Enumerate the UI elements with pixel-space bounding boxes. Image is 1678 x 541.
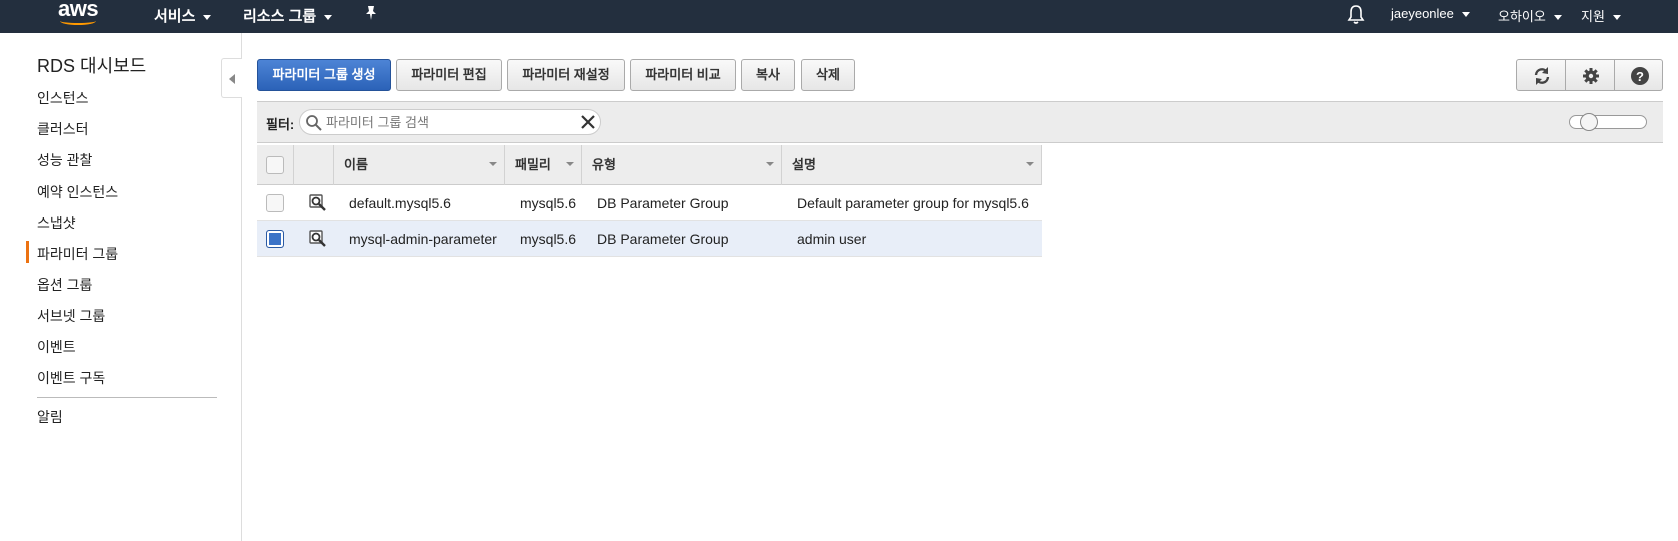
sidebar-item-snapshots[interactable]: 스냅샷 [37,213,76,233]
region-menu-label: 오하이오 [1498,9,1546,24]
sidebar-title[interactable]: RDS 대시보드 [37,52,146,78]
chevron-down-icon [1461,12,1470,18]
cell-description: Default parameter group for mysql5.6 [797,195,1029,211]
cell-name[interactable]: mysql-admin-parameter [339,221,497,257]
sidebar-item-clusters[interactable]: 클러스터 [37,119,89,139]
help-button[interactable]: ? [1614,59,1663,91]
row-checkbox[interactable] [266,230,284,248]
close-icon[interactable] [580,114,596,130]
resource-groups-menu[interactable]: 리소스 그룹 [243,5,333,26]
delete-button[interactable]: 삭제 [801,59,855,91]
sidebar-item-parameter-groups[interactable]: 파라미터 그룹 [37,244,118,264]
column-header-description[interactable]: 설명 [782,145,1042,185]
column-header-type-label: 유형 [592,157,616,172]
search-icon [306,115,322,131]
sidebar-item-notifications[interactable]: 알림 [37,407,63,427]
column-width-slider[interactable] [1569,113,1647,131]
active-indicator [26,241,29,263]
resource-groups-menu-label: 리소스 그룹 [243,8,317,25]
sidebar-divider [37,397,217,398]
pin-icon[interactable] [364,5,378,25]
search-box[interactable] [299,109,601,135]
aws-logo-smile [60,17,96,25]
compare-parameters-button[interactable]: 파라미터 비교 [630,59,736,91]
bell-icon[interactable] [1346,4,1366,26]
svg-text:?: ? [1636,69,1644,84]
sort-icon [566,162,574,166]
filter-bar: 필터: [257,101,1663,143]
help-icon: ? [1631,67,1649,85]
filter-label: 필터: [266,117,295,132]
support-menu-label: 지원 [1581,9,1605,24]
sidebar-collapse-button[interactable] [221,58,242,98]
chevron-down-icon [203,14,212,20]
services-menu[interactable]: 서비스 [154,5,212,26]
chevron-down-icon [1612,15,1621,21]
column-header-name-label: 이름 [344,157,368,172]
settings-button[interactable] [1565,59,1615,91]
copy-button[interactable]: 복사 [741,59,795,91]
sidebar-item-option-groups[interactable]: 옵션 그룹 [37,275,92,295]
chevron-down-icon [1553,15,1562,21]
edit-parameters-button[interactable]: 파라미터 편집 [396,59,502,91]
chevron-left-icon [229,74,235,84]
support-menu[interactable]: 지원 [1581,6,1621,25]
chevron-down-icon [324,14,333,20]
user-menu[interactable]: jaeyeonlee [1391,6,1470,21]
slider-handle[interactable] [1580,113,1598,131]
refresh-icon [1534,67,1550,85]
top-navigation-bar: aws 서비스 리소스 그룹 jaeyeonlee 오하이오 지원 [0,0,1678,33]
region-menu[interactable]: 오하이오 [1498,6,1562,25]
zoom-details-icon[interactable] [309,194,327,212]
search-input[interactable] [326,113,566,131]
header-icon-cell [294,145,334,185]
user-menu-label: jaeyeonlee [1391,6,1454,21]
create-parameter-group-button[interactable]: 파라미터 그룹 생성 [257,59,391,91]
column-header-name[interactable]: 이름 [334,145,505,185]
table-row[interactable]: mysql-admin-parameter mysql5.6 DB Parame… [257,221,1042,257]
sidebar: RDS 대시보드 인스턴스 클러스터 성능 관찰 예약 인스턴스 스냅샷 파라미… [0,33,242,541]
select-all-checkbox[interactable] [266,156,284,174]
column-header-description-label: 설명 [792,157,816,172]
zoom-details-icon[interactable] [309,230,327,248]
sort-icon [766,162,774,166]
table-header: 이름 패밀리 유형 설명 [257,145,1042,185]
sort-icon [489,162,497,166]
gear-icon [1583,68,1599,84]
cell-description: admin user [797,231,867,247]
cell-family: mysql5.6 [520,231,577,247]
sidebar-item-instances[interactable]: 인스턴스 [37,88,89,108]
cell-type: DB Parameter Group [597,231,729,247]
cell-type: DB Parameter Group [597,195,729,211]
column-header-type[interactable]: 유형 [582,145,782,185]
sidebar-item-performance-insights[interactable]: 성능 관찰 [37,150,92,170]
sidebar-item-events[interactable]: 이벤트 [37,337,76,357]
cell-name[interactable]: default.mysql5.6 [339,185,451,221]
sort-icon [1026,162,1034,166]
column-header-family-label: 패밀리 [515,157,551,172]
refresh-button[interactable] [1516,59,1566,91]
table-row[interactable]: default.mysql5.6 mysql5.6 DB Parameter G… [257,185,1042,221]
sidebar-item-subnet-groups[interactable]: 서브넷 그룹 [37,306,105,326]
column-header-family[interactable]: 패밀리 [505,145,582,185]
services-menu-label: 서비스 [154,8,196,25]
sidebar-item-reserved-instances[interactable]: 예약 인스턴스 [37,182,118,202]
cell-family: mysql5.6 [520,195,577,211]
row-checkbox[interactable] [266,194,284,212]
reset-parameters-button[interactable]: 파라미터 재설정 [507,59,625,91]
sidebar-item-event-subscriptions[interactable]: 이벤트 구독 [37,368,105,388]
header-select-cell [257,145,294,185]
